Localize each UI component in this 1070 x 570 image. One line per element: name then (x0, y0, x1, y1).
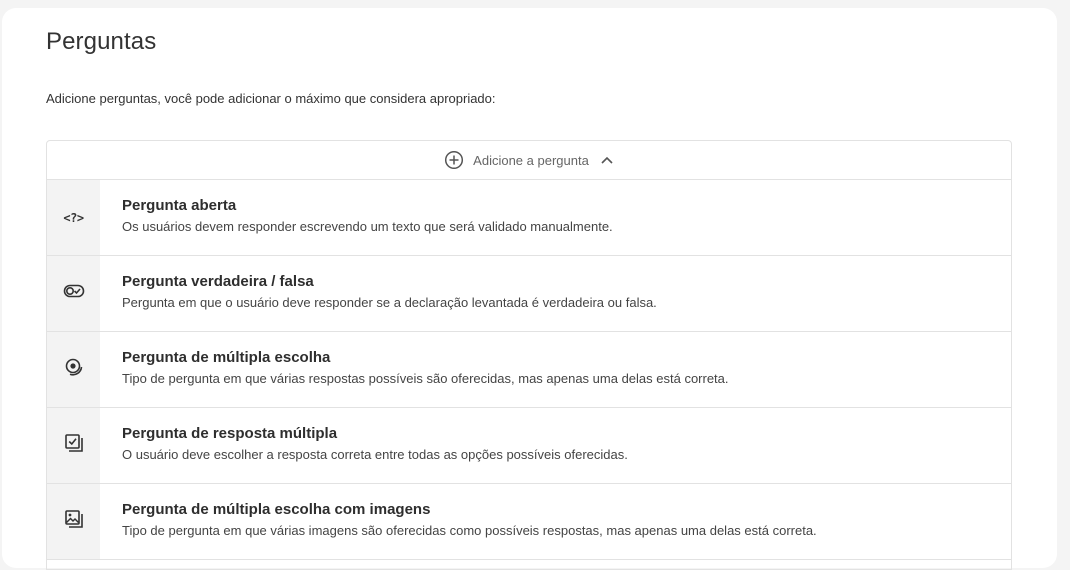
question-type-panel: Adicione a pergunta <?> Pergunta aberta … (46, 140, 1012, 570)
radio-target-icon (64, 357, 84, 382)
page-subtitle: Adicione perguntas, você pode adicionar … (46, 91, 496, 106)
questions-card: Perguntas Adicione perguntas, você pode … (2, 8, 1057, 570)
question-type-multiple-answer[interactable]: Pergunta de resposta múltipla O usuário … (47, 408, 1011, 484)
chevron-up-icon (600, 153, 614, 167)
question-type-title: Pergunta aberta (122, 197, 237, 214)
question-type-title: Pergunta de múltipla escolha com imagens (122, 501, 431, 518)
question-type-title: Pergunta de resposta múltipla (122, 425, 338, 442)
question-type-multiple-choice[interactable]: Pergunta de múltipla escolha Tipo de per… (47, 332, 1011, 408)
question-type-true-false[interactable]: Pergunta verdadeira / falsa Pergunta em … (47, 256, 1011, 332)
plus-circle-icon (444, 150, 464, 170)
question-type-description: Pergunta em que o usuário deve responder… (122, 295, 657, 310)
question-type-description: O usuário deve escolher a resposta corre… (122, 447, 628, 462)
question-code-icon: <?> (63, 210, 84, 225)
question-type-open[interactable]: <?> Pergunta aberta Os usuários devem re… (47, 180, 1011, 256)
question-type-image-choice[interactable]: Pergunta de múltipla escolha com imagens… (47, 484, 1011, 560)
question-type-title: Pergunta de múltipla escolha (122, 349, 331, 366)
image-stack-icon (64, 509, 84, 534)
question-type-description: Tipo de pergunta em que várias respostas… (122, 371, 729, 386)
add-question-label: Adicione a pergunta (473, 152, 589, 168)
question-type-description: Tipo de pergunta em que várias imagens s… (122, 523, 817, 538)
add-question-toggle[interactable]: Adicione a pergunta (47, 141, 1011, 180)
page-title: Perguntas (46, 28, 157, 55)
question-type-title: Pergunta verdadeira / falsa (122, 273, 314, 290)
checkbox-stack-icon (64, 433, 84, 458)
toggle-true-false-icon (63, 283, 85, 304)
question-type-description: Os usuários devem responder escrevendo u… (122, 219, 613, 234)
